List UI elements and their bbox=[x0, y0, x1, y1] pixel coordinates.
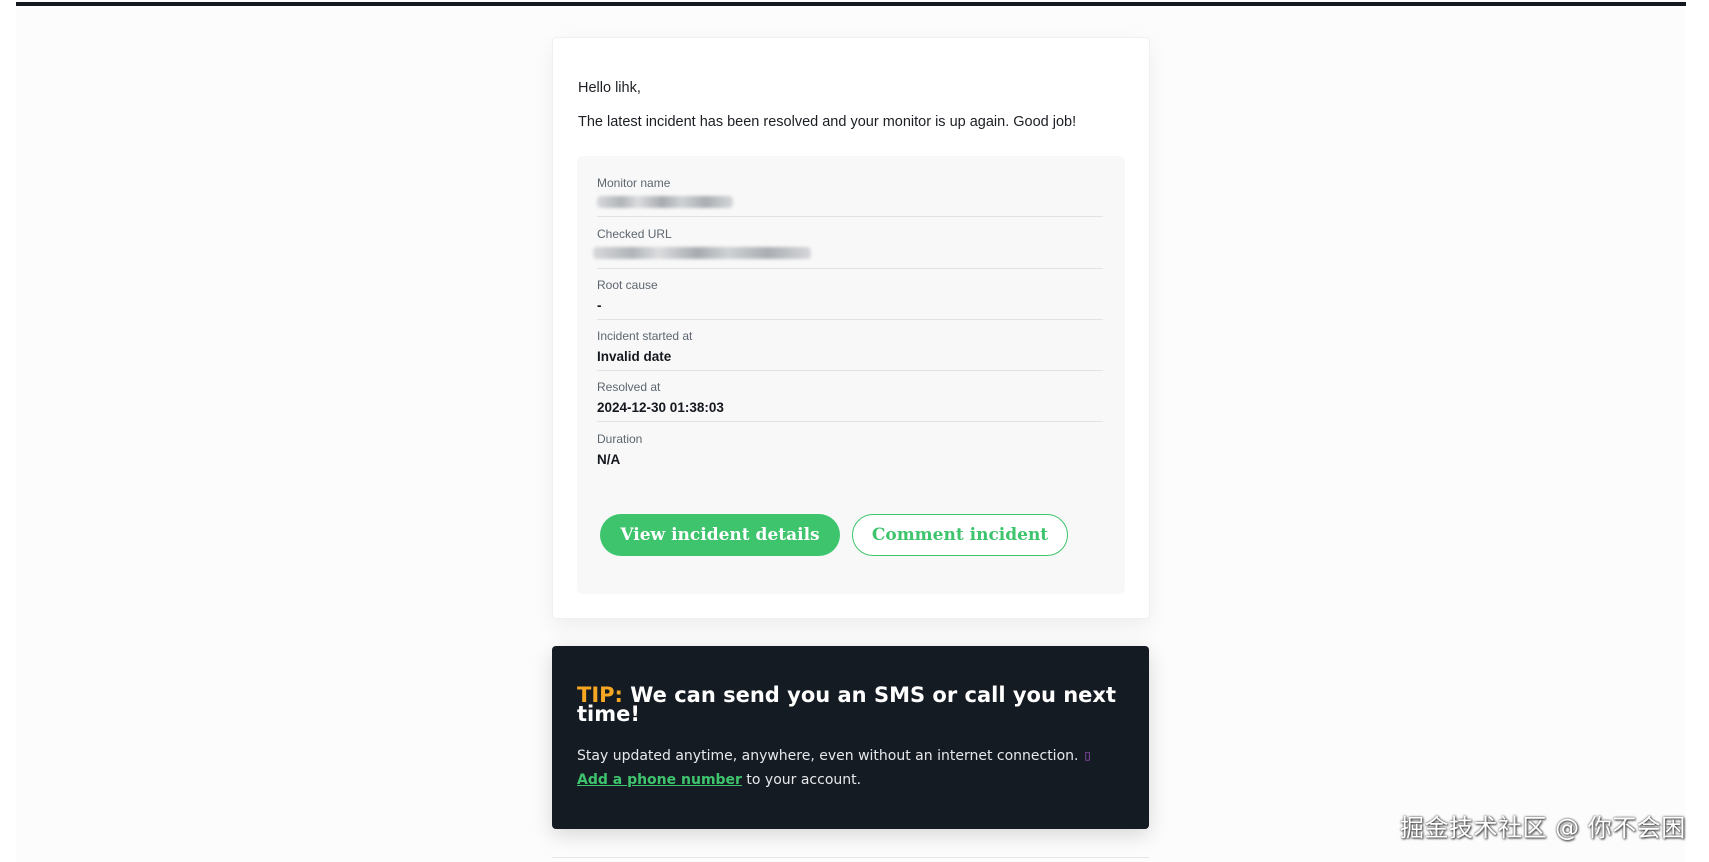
monitor-name-value-redacted bbox=[597, 196, 733, 208]
tip-heading-text: We can send you an SMS or call you next … bbox=[577, 683, 1116, 726]
resolved-at-value: 2024-12-30 01:38:03 bbox=[597, 400, 724, 415]
incident-details-panel: Monitor name Checked URL Root cause - In… bbox=[577, 156, 1125, 594]
checked-url-value-redacted bbox=[593, 247, 811, 259]
monitor-name-label: Monitor name bbox=[597, 176, 671, 190]
root-cause-value: - bbox=[597, 298, 602, 313]
top-rule bbox=[16, 2, 1686, 6]
right-gutter bbox=[1686, 0, 1709, 862]
checked-url-label: Checked URL bbox=[597, 227, 672, 241]
resolved-message: The latest incident has been resolved an… bbox=[578, 114, 1077, 130]
add-phone-number-link[interactable]: Add a phone number bbox=[577, 772, 742, 788]
resolved-at-field: Resolved at 2024-12-30 01:38:03 bbox=[597, 380, 1103, 422]
root-cause-label: Root cause bbox=[597, 278, 658, 292]
resolved-at-label: Resolved at bbox=[597, 380, 661, 394]
watermark-text: 掘金技术社区 @ 你不会困 bbox=[1400, 814, 1686, 842]
tip-heading: TIP: We can send you an SMS or call you … bbox=[577, 683, 1137, 726]
tip-body-text: Stay updated anytime, anywhere, even wit… bbox=[577, 748, 1079, 764]
greeting-text: Hello lihk, bbox=[578, 80, 641, 96]
root-cause-field: Root cause - bbox=[597, 278, 1103, 320]
duration-value: N/A bbox=[597, 452, 621, 467]
incident-started-value: Invalid date bbox=[597, 349, 672, 364]
comment-incident-button[interactable]: Comment incident bbox=[852, 514, 1068, 556]
view-incident-details-button[interactable]: View incident details bbox=[600, 514, 840, 556]
tip-banner: TIP: We can send you an SMS or call you … bbox=[552, 646, 1149, 829]
monitor-name-field: Monitor name bbox=[597, 176, 1103, 217]
checked-url-field: Checked URL bbox=[593, 227, 1103, 269]
tip-suffix-text: to your account. bbox=[741, 772, 862, 788]
duration-field: Duration N/A bbox=[597, 432, 1103, 472]
tip-body: Stay updated anytime, anywhere, even wit… bbox=[577, 744, 1137, 792]
incident-started-label: Incident started at bbox=[597, 329, 693, 343]
incident-resolved-card: Hello lihk, The latest incident has been… bbox=[552, 37, 1150, 619]
bottom-divider bbox=[552, 857, 1149, 858]
mobile-phone-icon: ▯ bbox=[1084, 749, 1091, 762]
duration-label: Duration bbox=[597, 432, 643, 446]
incident-started-field: Incident started at Invalid date bbox=[597, 329, 1103, 371]
